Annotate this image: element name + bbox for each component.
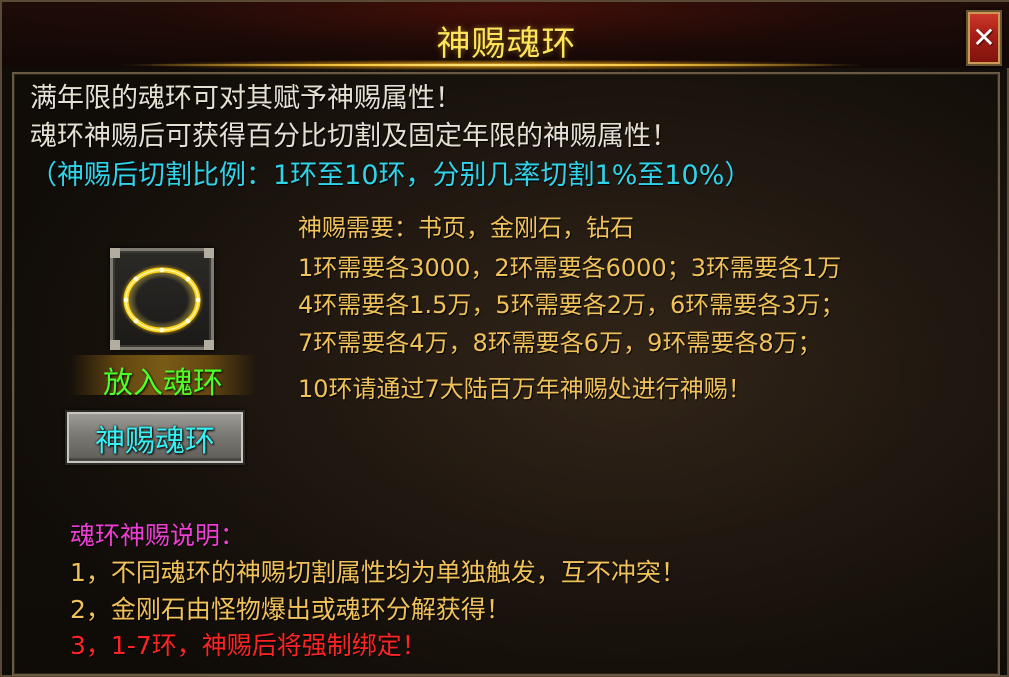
- note-item-3: 3，1-7环，神赐后将强制绑定！: [70, 631, 427, 660]
- slot-corner: [110, 248, 120, 258]
- close-button[interactable]: ✕: [966, 10, 1002, 66]
- requirement-row-3: 7环需要各4万，8环需要各6万，9环需要各8万；: [298, 329, 822, 357]
- note-item-1: 1，不同魂环的神赐切割属性均为单独触发，互不冲突！: [70, 558, 686, 587]
- soul-ring-slot[interactable]: [110, 248, 214, 350]
- close-icon: ✕: [972, 21, 996, 54]
- materials-required-text: 神赐需要：书页，金刚石，钻石: [298, 214, 634, 242]
- soul-ring-bestow-window: 神赐魂环 ✕ 满年限的魂环可对其赋予神赐属性！ 魂环神赐后可获得百分比切割及固定…: [0, 0, 1009, 677]
- bestow-button-label: 神赐魂环: [95, 423, 215, 459]
- slot-corner: [110, 340, 120, 350]
- slot-label: 放入魂环: [103, 366, 223, 401]
- bestow-soul-ring-button[interactable]: 神赐魂环: [65, 410, 245, 465]
- requirement-row-2: 4环需要各1.5万，5环需要各2万，6环需要各3万；: [298, 291, 845, 319]
- requirement-row-4: 10环请通过7大陆百万年神赐处进行神赐！: [298, 375, 752, 403]
- cut-ratio-text: （神赐后切割比例：1环至10环，分别几率切割1%至10%）: [30, 160, 752, 191]
- window-title: 神赐魂环: [436, 24, 577, 64]
- intro-line-1: 满年限的魂环可对其赋予神赐属性！: [30, 83, 462, 114]
- slot-corner: [204, 248, 214, 258]
- intro-line-2: 魂环神赐后可获得百分比切割及固定年限的神赐属性！: [30, 121, 678, 152]
- notes-heading: 魂环神赐说明：: [70, 521, 246, 550]
- note-item-2: 2，金刚石由怪物爆出或魂环分解获得！: [70, 595, 511, 624]
- soul-ring-icon: [120, 264, 204, 336]
- slot-corner: [204, 340, 214, 350]
- requirement-row-1: 1环需要各3000，2环需要各6000；3环需要各1万: [298, 254, 842, 282]
